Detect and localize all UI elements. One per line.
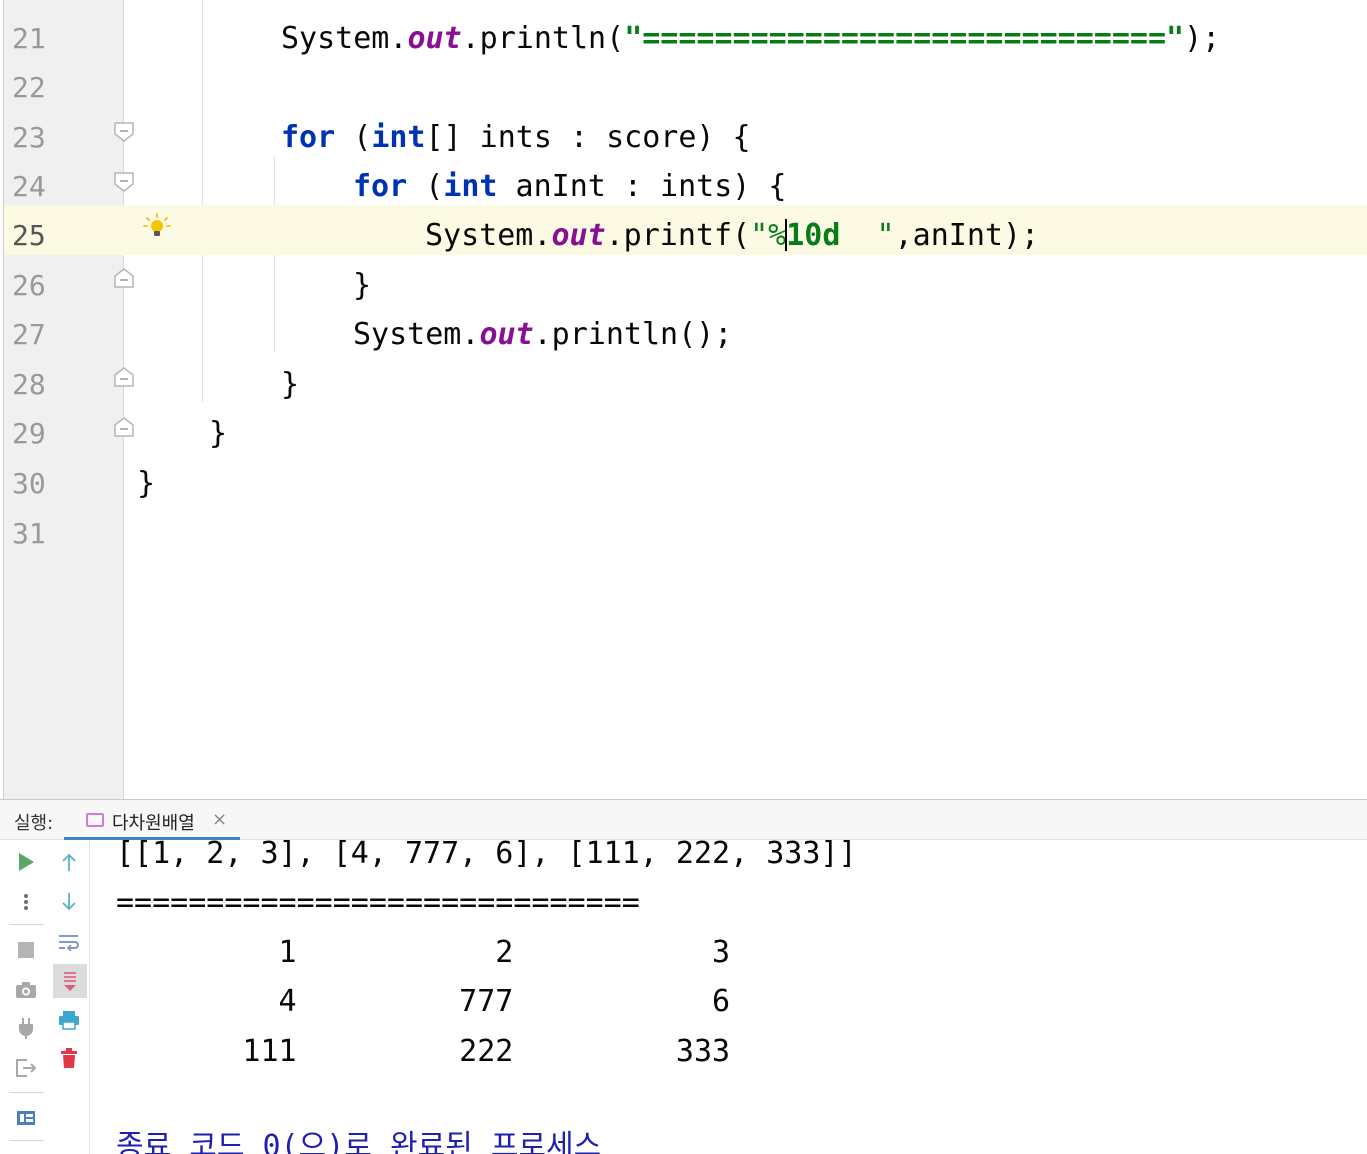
line-number: 31 xyxy=(12,517,46,550)
code-line-21[interactable]: 21 System.out.println("=================… xyxy=(4,8,1367,58)
toolbar-separator xyxy=(10,1140,44,1141)
up-arrow-icon[interactable] xyxy=(53,846,85,878)
run-config-tab[interactable]: 다차원배열 × xyxy=(64,800,240,840)
process-exit-message: 종료 코드 0(으)로 완료된 프로세스 xyxy=(116,1129,602,1154)
run-tool-window: 실행: 다차원배열 × [[1, 2, 3], [4, 777, 6], [11… xyxy=(0,799,1367,1154)
code-line-22[interactable]: 22 xyxy=(4,57,1367,107)
code-text[interactable]: } xyxy=(137,466,155,502)
console-line: 1 2 3 xyxy=(116,935,731,970)
line-number: 27 xyxy=(12,318,46,351)
code-line-27[interactable]: 27 System.out.println(); xyxy=(4,304,1367,354)
trash-icon[interactable] xyxy=(53,1042,85,1074)
console-line: 111 222 333 xyxy=(116,1034,731,1069)
exit-icon[interactable] xyxy=(10,1052,42,1084)
stop-icon[interactable] xyxy=(10,934,42,966)
fold-close-icon[interactable] xyxy=(112,415,136,439)
fold-open-icon[interactable] xyxy=(112,170,136,194)
lightbulb-icon[interactable] xyxy=(142,212,172,242)
run-icon[interactable] xyxy=(10,846,42,878)
scroll-to-end-icon[interactable] xyxy=(53,964,87,998)
code-text[interactable]: System.out.printf("%10d ",anInt); xyxy=(425,218,1039,254)
soft-wrap-icon[interactable] xyxy=(53,926,85,958)
layout-icon[interactable] xyxy=(10,1102,42,1134)
toolbar-separator xyxy=(10,924,44,925)
console-line: ============================= xyxy=(116,885,640,920)
code-text[interactable]: for (int anInt : ints) { xyxy=(353,169,786,205)
line-number: 25 xyxy=(12,219,46,252)
line-number: 26 xyxy=(12,269,46,302)
down-arrow-icon[interactable] xyxy=(53,886,85,918)
line-number: 30 xyxy=(12,467,46,500)
console-output[interactable]: [[1, 2, 3], [4, 777, 6], [111, 222, 333]… xyxy=(90,840,1367,1154)
camera-icon[interactable] xyxy=(10,974,42,1006)
line-number: 28 xyxy=(12,368,46,401)
code-line-29[interactable]: 29 } xyxy=(4,403,1367,453)
line-number: 22 xyxy=(12,71,46,104)
close-icon[interactable]: × xyxy=(212,809,227,830)
plug-icon[interactable] xyxy=(10,1012,42,1044)
run-config-tab-label: 다차원배열 xyxy=(112,813,195,834)
code-line-28[interactable]: 28 } xyxy=(4,354,1367,404)
more-icon[interactable] xyxy=(10,886,42,918)
code-text[interactable]: for (int[] ints : score) { xyxy=(281,120,751,156)
code-line-24[interactable]: 24 for (int anInt : ints) { xyxy=(4,156,1367,206)
fold-open-icon[interactable] xyxy=(112,120,136,144)
line-number: 24 xyxy=(12,170,46,203)
line-number: 23 xyxy=(12,121,46,154)
code-text[interactable]: } xyxy=(353,268,371,304)
code-text[interactable]: } xyxy=(281,367,299,403)
application-icon xyxy=(86,813,104,827)
line-number: 29 xyxy=(12,417,46,450)
console-line: 4 777 6 xyxy=(116,984,731,1019)
run-toolbar-secondary xyxy=(48,840,90,1154)
console-line: [[1, 2, 3], [4, 777, 6], [111, 222, 333]… xyxy=(116,840,857,871)
run-panel-header: 실행: 다차원배열 × xyxy=(0,800,1367,840)
code-text[interactable]: System.out.println("====================… xyxy=(281,21,1220,57)
code-editor[interactable]: 21 System.out.println("=================… xyxy=(0,0,1367,799)
code-line-30[interactable]: 30 } xyxy=(4,453,1367,503)
run-panel-label: 실행: xyxy=(14,813,54,834)
run-toolbar-primary xyxy=(4,840,48,1154)
fold-close-icon[interactable] xyxy=(112,365,136,389)
toolbar-separator xyxy=(10,1092,44,1093)
code-line-23[interactable]: 23 for (int[] ints : score) { xyxy=(4,107,1367,157)
code-line-31[interactable]: 31 xyxy=(4,503,1367,553)
code-text[interactable]: System.out.println(); xyxy=(353,317,732,353)
fold-close-icon[interactable] xyxy=(112,266,136,290)
code-line-25-current[interactable]: 25 System.out.printf("%10d ",anInt); xyxy=(4,205,1367,255)
code-line-26[interactable]: 26 } xyxy=(4,255,1367,305)
code-text[interactable]: } xyxy=(209,416,227,452)
print-icon[interactable] xyxy=(53,1004,85,1036)
line-number: 21 xyxy=(12,22,46,55)
